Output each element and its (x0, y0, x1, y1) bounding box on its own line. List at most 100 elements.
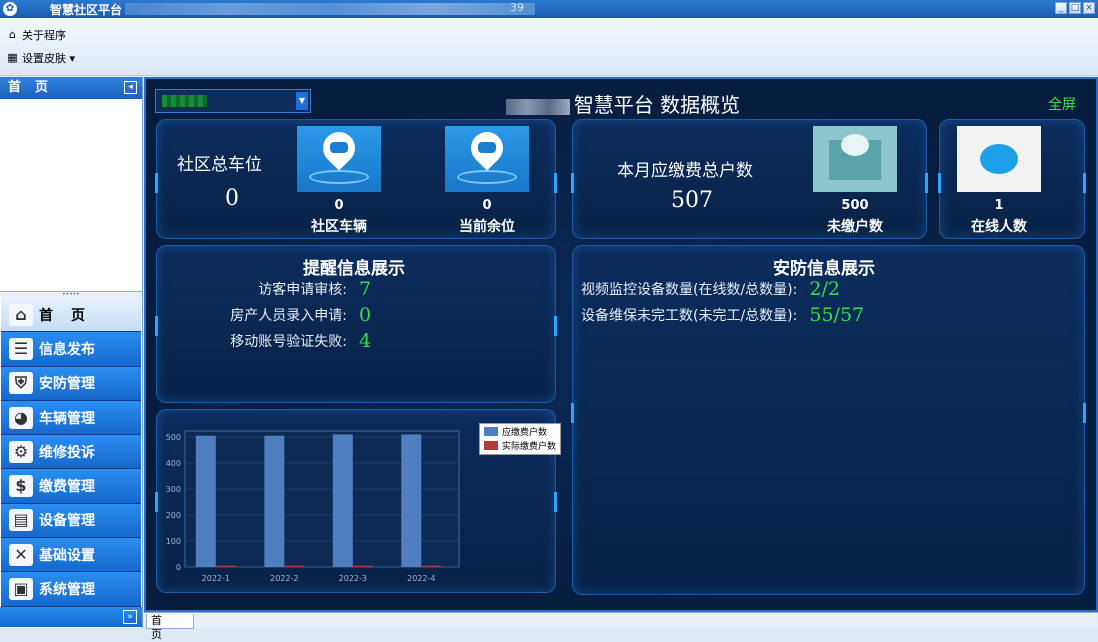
about-menu-item[interactable]: ⌂ 关于程序 (6, 27, 66, 43)
sidebar-item-0[interactable]: ⌂ 首页 (1, 298, 141, 333)
sidebar-item-8[interactable]: ▣ 系统管理 (1, 572, 141, 607)
reminders-panel: 提醒信息展示 访客申请审核: 7 房产人员录入申请: 0 移动账号验证失败: 4 (155, 245, 557, 403)
chart-legend: 应缴费户数 实际缴费户数 (479, 423, 561, 455)
reminder-row: 房产人员录入申请: 0 (167, 304, 371, 326)
home-icon: ⌂ (9, 303, 33, 326)
tools-icon: ✕ (9, 543, 33, 566)
legend-item: 应缴费户数 (480, 424, 560, 438)
bar-paid (352, 565, 373, 567)
y-tick-label: 500 (166, 433, 181, 442)
redacted-name (505, 98, 570, 115)
bar-paid (284, 565, 305, 567)
dashboard-title: 智慧平台 数据概览 (146, 89, 1098, 118)
sidebar-header: 首页 ◂ (0, 77, 142, 99)
sidebar-item-3[interactable]: ◕ 车辆管理 (1, 400, 141, 436)
vehicles-value: 0 (334, 198, 344, 213)
y-tick-label: 300 (166, 485, 181, 494)
online-value: 1 (994, 198, 1004, 213)
bar-due (401, 434, 422, 567)
security-title: 安防信息展示 (773, 259, 875, 279)
fullscreen-link[interactable]: 全屏 (1048, 94, 1076, 114)
nav-list: ⌂ 首页 ☰ 信息发布 ⛨ 安防管理 ◕ 车辆管理 ⚙ 维修投诉 $ 缴费管理 ▤ 设备管理 ✕ 基础设置 ▣ 系… (0, 298, 142, 607)
security-value[interactable]: 55/57 (809, 304, 864, 326)
skin-menu-item[interactable]: ▦ 设置皮肤 ▾ (6, 50, 75, 66)
dashboard-title-text: 智慧平台 数据概览 (573, 93, 741, 117)
bar-due (264, 435, 285, 567)
remaining-value: 0 (482, 198, 492, 213)
legend-label: 应缴费户数 (502, 427, 548, 438)
x-tick-label: 2022-2 (270, 574, 298, 583)
redacted-title (125, 3, 535, 15)
security-panel: 安防信息展示 视频监控设备数量(在线数/总数量): 2/2 设备维保未完工数(未… (571, 245, 1086, 595)
about-label: 关于程序 (22, 29, 66, 42)
reminder-label: 移动账号验证失败: (230, 334, 347, 350)
maximize-button[interactable]: □ (1069, 2, 1081, 14)
remaining-label: 当前余位 (459, 219, 515, 235)
online-panel: 1 在线人数 (938, 119, 1086, 239)
security-row: 视频监控设备数量(在线数/总数量): 2/2 (581, 278, 840, 300)
fee-panel: 本月应缴费总户数 507 500 未缴户数 (571, 119, 928, 239)
sidebar-item-label: 系统管理 (39, 582, 95, 599)
reminder-value[interactable]: 7 (359, 278, 371, 300)
parking-space-icon (445, 125, 529, 192)
sidebar-item-2[interactable]: ⛨ 安防管理 (1, 366, 141, 401)
online-users-icon (957, 126, 1041, 192)
close-button[interactable]: × (1083, 2, 1095, 14)
x-tick-label: 2022-3 (339, 574, 367, 583)
legend-swatch (484, 426, 498, 436)
skin-label: 设置皮肤 ▾ (22, 52, 76, 65)
sidebar-item-4[interactable]: ⚙ 维修投诉 (1, 435, 141, 470)
collapse-icon[interactable]: ◂ (124, 81, 137, 94)
sidebar-item-1[interactable]: ☰ 信息发布 (1, 332, 141, 367)
legend-swatch (484, 440, 498, 450)
sidebar-item-5[interactable]: $ 缴费管理 (1, 469, 141, 504)
payment-icon (813, 126, 897, 192)
bar-due (332, 434, 353, 567)
monthly-fee-label: 本月应缴费总户数 (617, 161, 753, 181)
sidebar-item-label: 信息发布 (39, 341, 95, 358)
security-label: 设备维保未完工数(未完工/总数量): (581, 308, 798, 324)
security-value[interactable]: 2/2 (809, 278, 840, 300)
y-tick-label: 100 (166, 537, 181, 546)
security-label: 视频监控设备数量(在线数/总数量): (581, 282, 798, 298)
tablet-icon: ▤ (9, 509, 33, 532)
sidebar-header-title: 首页 (8, 80, 63, 95)
home-icon: ⌂ (9, 28, 16, 41)
reminder-value[interactable]: 4 (359, 330, 371, 352)
sidebar: 首页 ◂ ••••• ⌂ 首页 ☰ 信息发布 ⛨ 安防管理 ◕ 车辆管理 ⚙ 维修投诉 $ 缴费管理 ▤… (0, 77, 143, 628)
sidebar-item-label: 设备管理 (39, 513, 95, 530)
document-tab-strip: 首页 (144, 612, 1098, 641)
sidebar-item-label: 首页 (39, 307, 103, 324)
x-tick-label: 2022-1 (202, 574, 230, 583)
minimize-button[interactable]: _ (1055, 2, 1067, 14)
sidebar-item-6[interactable]: ▤ 设备管理 (1, 503, 141, 539)
palette-icon: ▦ (7, 51, 18, 64)
bar-paid (215, 565, 236, 567)
sidebar-tree-area (0, 99, 142, 292)
reminder-label: 房产人员录入申请: (230, 308, 347, 324)
y-tick-label: 0 (176, 563, 181, 572)
x-tick-label: 2022-4 (407, 574, 435, 583)
fee-chart: 0 100 200 300 400 500 2022-1 2022-2 2022-3 2022-4… (159, 409, 561, 589)
dashboard: ▼ 智慧平台 数据概览 全屏 社区总车位 0 0 社区车辆 0 当前余位 本月应… (144, 77, 1098, 612)
gears-icon: ⚙ (9, 440, 33, 463)
reminder-label: 访客申请审核: (258, 282, 347, 298)
window-title-bar: ✿ 智慧社区平台 39 _ □ × (0, 0, 1098, 18)
reminder-row: 访客申请审核: 7 (167, 278, 371, 300)
tab-home[interactable]: 首页 (146, 614, 194, 641)
coin-icon: $ (9, 475, 33, 498)
total-parking-label: 社区总车位 (177, 155, 262, 175)
legend-label: 实际缴费户数 (502, 441, 557, 452)
reminder-value[interactable]: 0 (359, 304, 371, 326)
sidebar-item-7[interactable]: ✕ 基础设置 (1, 538, 141, 573)
app-icon: ✿ (3, 2, 17, 16)
unpaid-value: 500 (841, 198, 869, 213)
parking-panel: 社区总车位 0 0 社区车辆 0 当前余位 (155, 119, 557, 239)
sidebar-item-label: 基础设置 (39, 547, 95, 564)
basket-icon: ⛨ (9, 372, 33, 395)
bar-due (195, 435, 216, 567)
y-tick-label: 200 (166, 511, 181, 520)
expand-icon[interactable]: » (123, 609, 137, 624)
sidebar-item-label: 缴费管理 (39, 479, 95, 496)
legend-item: 实际缴费户数 (480, 438, 560, 452)
